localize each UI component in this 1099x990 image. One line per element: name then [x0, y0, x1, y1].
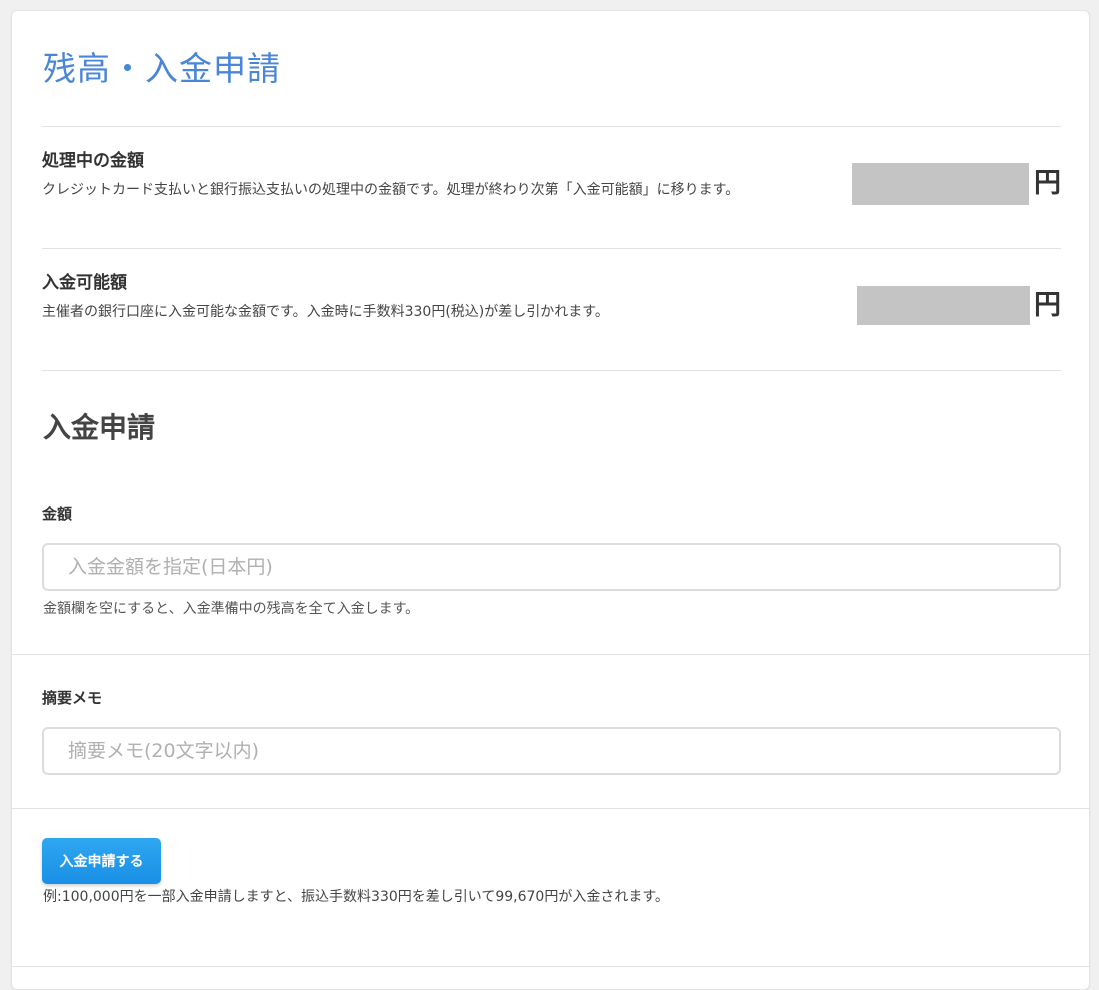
divider	[12, 808, 1089, 809]
processing-amount-description: クレジットカード支払いと銀行振込支払いの処理中の金額です。処理が終わり次第「入金…	[42, 182, 740, 198]
amount-help-text: 金額欄を空にすると、入金準備中の残高を全て入金します。	[43, 601, 420, 617]
balance-card: 残高・入金申請 処理中の金額 クレジットカード支払いと銀行振込支払いの処理中の金…	[11, 10, 1090, 990]
divider	[42, 370, 1061, 371]
deposit-example-note: 例:100,000円を一部入金申請しますと、振込手数料330円を差し引いて99,…	[43, 889, 669, 905]
amount-label: 金額	[42, 505, 73, 523]
processing-amount-value-masked	[852, 163, 1029, 205]
deposit-request-heading: 入金申請	[43, 411, 156, 444]
available-amount-row: 入金可能額 主催者の銀行口座に入金可能な金額です。入金時に手数料330円(税込)…	[42, 271, 1061, 351]
processing-amount-label: 処理中の金額	[42, 151, 144, 171]
available-amount-value-masked	[857, 286, 1030, 325]
amount-input[interactable]	[42, 543, 1061, 591]
page-title: 残高・入金申請	[43, 49, 281, 88]
submit-deposit-request-button[interactable]: 入金申請する	[42, 838, 161, 884]
available-amount-label: 入金可能額	[42, 273, 127, 293]
divider	[12, 966, 1089, 967]
memo-input[interactable]	[42, 727, 1061, 775]
divider	[42, 248, 1061, 249]
memo-label: 摘要メモ	[42, 689, 103, 707]
processing-amount-unit: 円	[1034, 168, 1061, 199]
divider	[12, 654, 1089, 655]
available-amount-unit: 円	[1034, 290, 1061, 321]
processing-amount-row: 処理中の金額 クレジットカード支払いと銀行振込支払いの処理中の金額です。処理が終…	[42, 149, 1061, 229]
available-amount-description: 主催者の銀行口座に入金可能な金額です。入金時に手数料330円(税込)が差し引かれ…	[42, 304, 609, 320]
divider	[42, 126, 1061, 127]
